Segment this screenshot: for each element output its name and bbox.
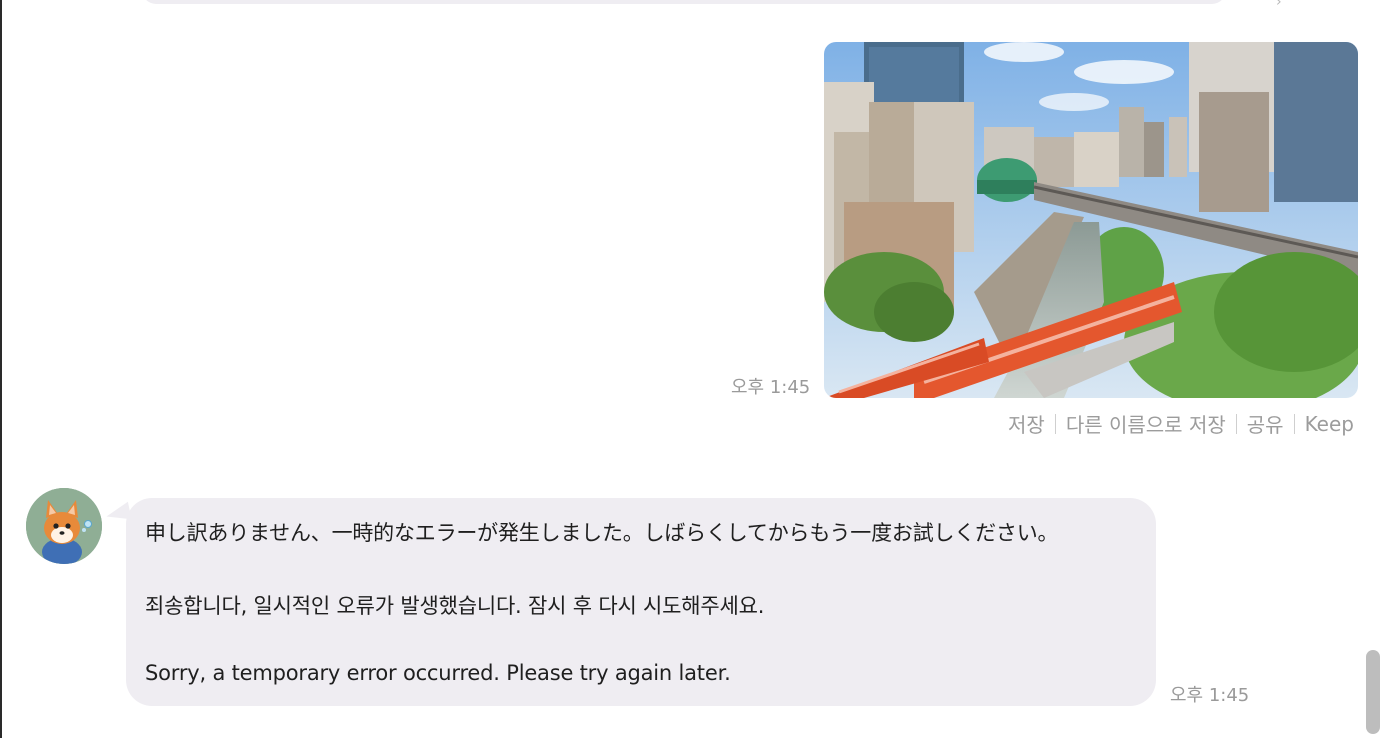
scrollbar-thumb[interactable] bbox=[1366, 650, 1380, 734]
keep-button[interactable]: Keep bbox=[1305, 412, 1354, 436]
save-button[interactable]: 저장 bbox=[1008, 409, 1045, 438]
action-separator bbox=[1235, 413, 1237, 434]
chat-window: › 오후 1:45 저장 다른 이름으로 저장 공유 Keep 申し訳ありません… bbox=[0, 0, 1388, 738]
shiba-dog-avatar-icon[interactable] bbox=[26, 488, 102, 564]
message-text-japanese: 申し訳ありません、一時的なエラーが発生しました。しばらくしてからもう一度お試しく… bbox=[145, 521, 1059, 545]
image-action-bar: 저장 다른 이름으로 저장 공유 Keep bbox=[1008, 409, 1354, 438]
avatar-illustration bbox=[26, 488, 102, 564]
save-as-button[interactable]: 다른 이름으로 저장 bbox=[1066, 409, 1226, 438]
previous-message-tick: › bbox=[1276, 0, 1282, 10]
message-text-korean: 죄송합니다, 일시적인 오류가 발생했습니다. 잠시 후 다시 시도해주세요. bbox=[145, 594, 765, 618]
shared-photo[interactable] bbox=[824, 42, 1358, 398]
action-separator bbox=[1054, 413, 1056, 434]
share-button[interactable]: 공유 bbox=[1247, 409, 1284, 438]
bot-message-timestamp: 오후 1:45 bbox=[1170, 685, 1250, 706]
previous-message-bubble bbox=[142, 0, 1226, 4]
image-timestamp: 오후 1:45 bbox=[731, 377, 811, 398]
tokyo-railway-photo-icon bbox=[824, 42, 1358, 398]
window-edge bbox=[0, 0, 2, 738]
message-text-english: Sorry, a temporary error occurred. Pleas… bbox=[145, 661, 731, 685]
action-separator bbox=[1293, 413, 1295, 434]
